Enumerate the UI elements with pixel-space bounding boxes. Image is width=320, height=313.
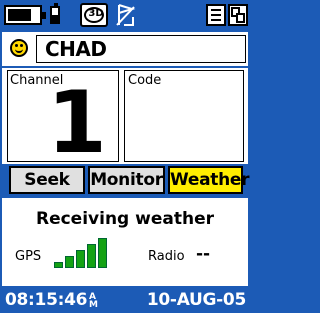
radio-value: -- <box>196 244 211 264</box>
fix-mode-label: 3D <box>88 8 104 19</box>
date-display: 10-AUG-05 <box>146 290 246 310</box>
action-buttons: Seek Monitor Weather <box>0 166 250 196</box>
external-battery-icon <box>50 3 60 24</box>
contact-name: CHAD <box>45 37 107 61</box>
status-panel: Receiving weather GPS Radio -- <box>2 198 248 286</box>
channel-field[interactable]: Channel 1 <box>7 70 119 166</box>
channel-code-panel: Channel 1 Code <box>2 68 248 166</box>
monitor-button[interactable]: Monitor <box>88 166 165 194</box>
gps-signal-bar <box>87 244 96 268</box>
gps-label: GPS <box>15 249 42 264</box>
am-pm-indicator: AM <box>89 292 98 310</box>
weather-button[interactable]: Weather <box>168 166 250 194</box>
contact-bar[interactable]: CHAD <box>2 32 248 66</box>
battery-icon <box>4 5 46 25</box>
status-message: Receiving weather <box>35 209 214 229</box>
footer-bar: 08:15:46 AM 10-AUG-05 <box>0 288 250 313</box>
3d-fix-icon: 3D <box>80 3 108 27</box>
status-bar: 3D <box>0 0 250 30</box>
gps-signal-bar <box>65 256 74 268</box>
menu-icon[interactable] <box>206 4 226 26</box>
radio-label: Radio <box>148 249 185 264</box>
time-display: 08:15:46 <box>5 290 88 310</box>
pages-icon[interactable] <box>228 4 248 26</box>
weather-alert-icon <box>116 4 136 26</box>
gps-signal-bars <box>54 238 114 268</box>
gps-signal-bar <box>54 262 63 268</box>
smiley-face-icon <box>10 39 28 57</box>
seek-button[interactable]: Seek <box>9 166 85 194</box>
gps-signal-bar <box>76 250 85 268</box>
channel-value: 1 <box>47 73 107 173</box>
code-field[interactable]: Code <box>124 70 244 162</box>
gps-signal-bar <box>98 238 107 268</box>
code-label: Code <box>128 73 162 88</box>
